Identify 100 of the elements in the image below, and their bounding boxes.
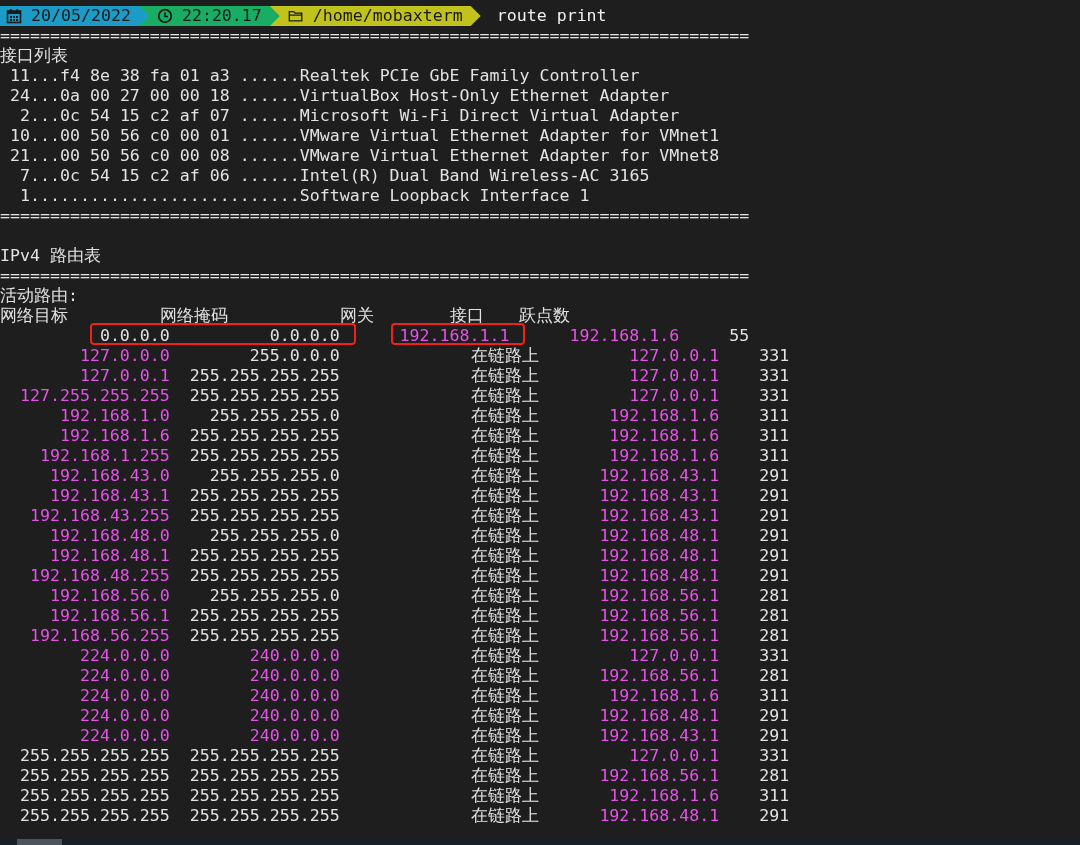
gateway-cell-text: 在链路上 [470, 626, 540, 646]
column-header: 网关 [339, 306, 375, 326]
destination-cell-text: 224.0.0.0 [78, 666, 170, 686]
netmask-cell-text: 255.255.255.0 [208, 406, 340, 426]
metric-cell-text: 331 [758, 346, 790, 366]
interface-line: 24...0a 00 27 00 00 18 ......VirtualBox Host-Only Ethernet Adapter [9, 86, 671, 106]
destination-cell-text: 224.0.0.0 [78, 706, 170, 726]
destination-cell-text: 127.0.0.0 [78, 346, 170, 366]
metric-cell-text: 291 [758, 726, 790, 746]
metric-cell-text: 281 [758, 626, 790, 646]
gateway-cell-text: 在链路上 [470, 546, 540, 566]
destination-cell-text: 192.168.56.255 [28, 626, 170, 646]
netmask-cell-text: 255.255.255.255 [188, 626, 340, 646]
metric-cell-text: 291 [758, 526, 790, 546]
destination-cell-text: 255.255.255.255 [18, 786, 170, 806]
metric-cell-text: 291 [758, 706, 790, 726]
metric-cell-text: 291 [758, 806, 790, 826]
calendar-icon [6, 8, 22, 24]
netmask-cell-text: 240.0.0.0 [248, 706, 340, 726]
metric-cell-text: 311 [758, 426, 790, 446]
netmask-cell-text: 255.255.255.255 [188, 766, 340, 786]
netmask-cell-text: 255.255.255.255 [188, 486, 340, 506]
horizontal-scrollbar[interactable] [0, 839, 1080, 845]
gateway-cell-text: 在链路上 [470, 746, 540, 766]
interface-cell-text: 192.168.56.1 [598, 586, 720, 606]
netmask-cell-text: 255.255.255.255 [188, 746, 340, 766]
interface-cell-text: 192.168.43.1 [598, 486, 720, 506]
gateway-cell-text: 在链路上 [470, 386, 540, 406]
gateway-cell-text: 在链路上 [470, 406, 540, 426]
gateway-cell-text: 在链路上 [470, 686, 540, 706]
metric-cell-text: 331 [758, 386, 790, 406]
time-segment: 22:20.17 [138, 6, 280, 26]
gateway-cell-text: 在链路上 [470, 446, 540, 466]
metric-cell-text: 311 [758, 786, 790, 806]
interface-cell-text: 192.168.48.1 [598, 566, 720, 586]
metric-cell-text: 281 [758, 666, 790, 686]
netmask-cell-text: 255.255.255.255 [188, 446, 340, 466]
netmask-cell-text: 255.255.255.0 [208, 466, 340, 486]
interface-cell-text: 192.168.1.6 [608, 426, 720, 446]
gateway-cell-text: 192.168.1.1 [398, 326, 510, 346]
destination-cell-text: 0.0.0.0 [98, 326, 170, 346]
gateway-cell-text: 在链路上 [470, 766, 540, 786]
interface-line: 21...00 50 56 c0 00 08 ......VMware Virtual Ethernet Adapter for VMnet8 [9, 146, 721, 166]
netmask-cell-text: 240.0.0.0 [248, 726, 340, 746]
destination-cell-text: 224.0.0.0 [78, 646, 170, 666]
column-header: 跃点数 [519, 306, 572, 326]
netmask-cell-text: 0.0.0.0 [268, 326, 340, 346]
metric-cell-text: 281 [758, 586, 790, 606]
interface-line: 11...f4 8e 38 fa 01 a3 ......Realtek PCIe GbE Family Controller [9, 66, 641, 86]
interface-cell-text: 192.168.43.1 [598, 466, 720, 486]
destination-cell-text: 192.168.56.0 [48, 586, 170, 606]
destination-cell-text: 192.168.43.0 [48, 466, 170, 486]
interface-line: 2...0c 54 15 c2 af 07 ......Microsoft Wi-Fi Direct Virtual Adapter [18, 106, 681, 126]
interface-line: 7...0c 54 15 c2 af 06 ......Intel(R) Dual Band Wireless-AC 3165 [18, 166, 651, 186]
netmask-cell-text: 255.255.255.0 [208, 586, 340, 606]
gateway-cell-text: 在链路上 [470, 526, 540, 546]
gateway-cell-text: 在链路上 [470, 786, 540, 806]
scrollbar-thumb[interactable] [17, 839, 62, 845]
gateway-cell-text: 在链路上 [470, 706, 540, 726]
metric-cell-text: 311 [758, 446, 790, 466]
interface-cell-text: 127.0.0.1 [628, 746, 720, 766]
destination-cell-text: 255.255.255.255 [18, 766, 170, 786]
gateway-cell-text: 在链路上 [470, 506, 540, 526]
interface-cell-text: 127.0.0.1 [628, 386, 720, 406]
destination-cell-text: 255.255.255.255 [18, 806, 170, 826]
destination-cell-text: 192.168.56.1 [48, 606, 170, 626]
interface-cell-text: 192.168.48.1 [598, 706, 720, 726]
destination-cell-text: 224.0.0.0 [78, 686, 170, 706]
interface-cell-text: 192.168.43.1 [598, 506, 720, 526]
clock-icon [156, 8, 173, 24]
destination-cell-text: 192.168.48.255 [28, 566, 170, 586]
interface-cell-text: 192.168.56.1 [598, 666, 720, 686]
destination-cell-text: 127.255.255.255 [18, 386, 170, 406]
section-subtitle: 活动路由: [0, 286, 79, 306]
section-title: 接口列表 [0, 46, 69, 66]
interface-cell-text: 127.0.0.1 [628, 346, 720, 366]
metric-cell-text: 291 [758, 506, 790, 526]
interface-cell-text: 192.168.1.6 [608, 786, 720, 806]
destination-cell-text: 192.168.48.1 [48, 546, 170, 566]
gateway-cell-text: 在链路上 [470, 366, 540, 386]
interface-cell-text: 192.168.1.6 [608, 446, 720, 466]
gateway-cell-text: 在链路上 [470, 806, 540, 826]
interface-cell-text: 192.168.1.6 [608, 406, 720, 426]
metric-cell-text: 311 [758, 686, 790, 706]
gateway-cell-text: 在链路上 [470, 486, 540, 506]
gateway-cell-text: 在链路上 [470, 426, 540, 446]
column-header: 网络掩码 [159, 306, 229, 326]
netmask-cell-text: 240.0.0.0 [248, 686, 340, 706]
metric-cell-text: 281 [758, 766, 790, 786]
separator-line: =========================================================================== [0, 206, 751, 226]
path-segment: /home/mobaxterm [269, 6, 481, 26]
metric-cell-text: 55 [728, 326, 750, 346]
interface-cell-text: 192.168.1.6 [568, 326, 680, 346]
interface-cell-text: 192.168.56.1 [598, 606, 720, 626]
destination-cell-text: 192.168.48.0 [48, 526, 170, 546]
destination-cell-text: 192.168.43.255 [28, 506, 170, 526]
interface-cell-text: 192.168.48.1 [598, 526, 720, 546]
gateway-cell-text: 在链路上 [470, 346, 540, 366]
netmask-cell-text: 255.255.255.255 [188, 386, 340, 406]
netmask-cell-text: 255.255.255.0 [208, 526, 340, 546]
